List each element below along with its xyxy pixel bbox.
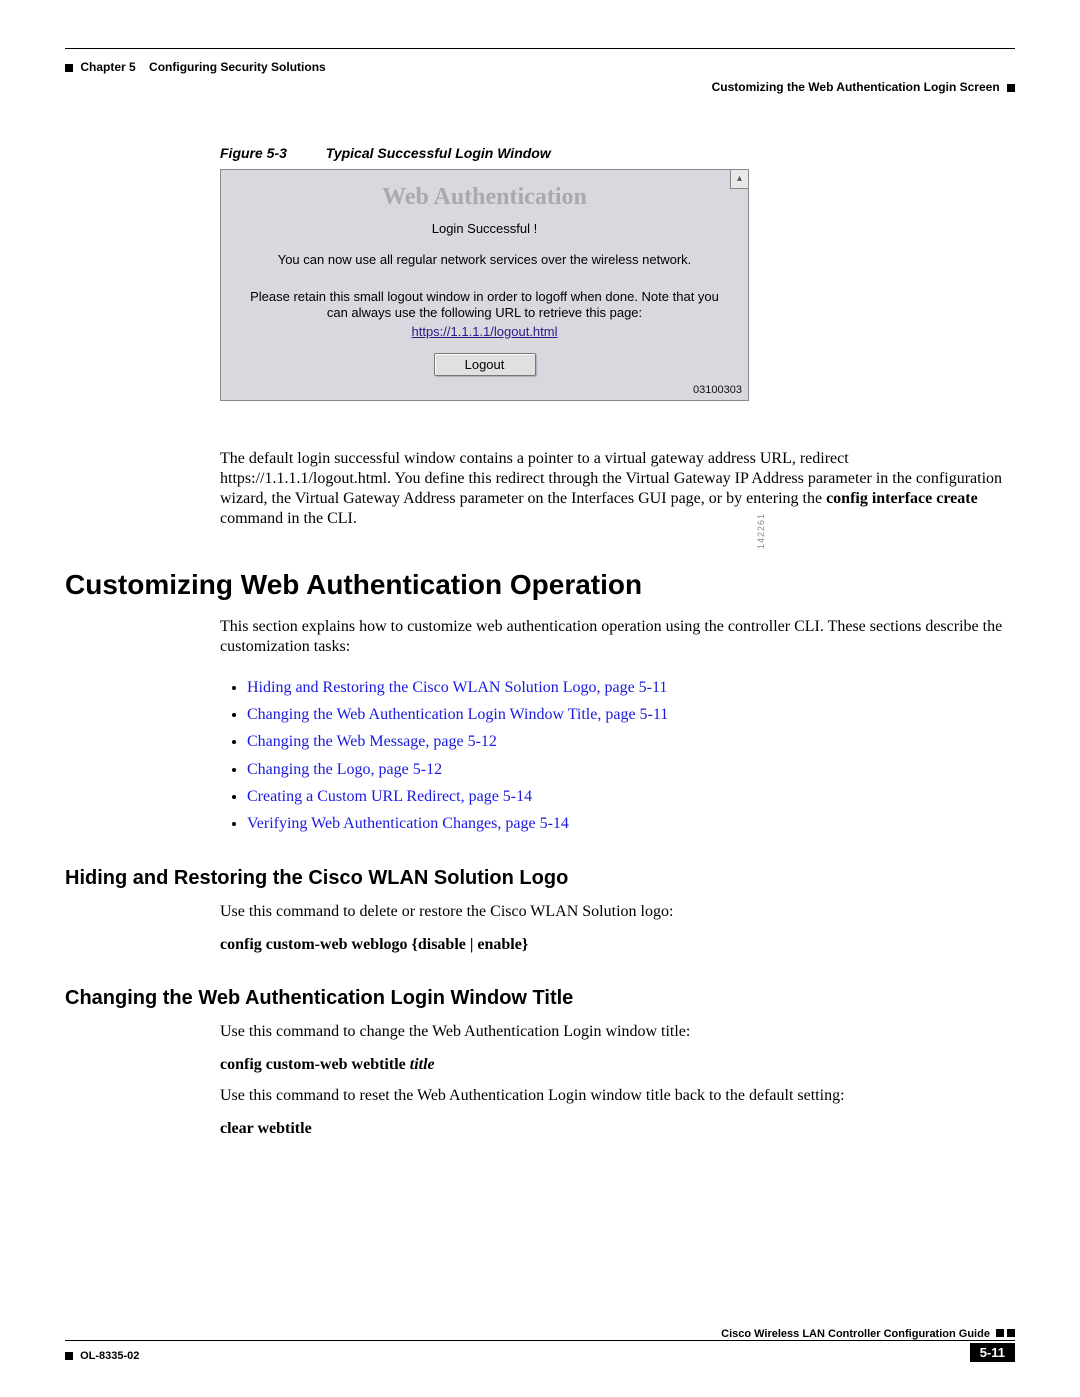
login-msg1: You can now use all regular network serv… (221, 252, 748, 289)
footer-square-icon (996, 1329, 1004, 1337)
sub2-desc2: Use this command to reset the Web Authen… (220, 1084, 1015, 1107)
para1-cmd: config interface create (826, 490, 978, 507)
footer-guide-text: Cisco Wireless LAN Controller Configurat… (721, 1328, 990, 1340)
footer-square-icon (1007, 1329, 1015, 1337)
list-item: Hiding and Restoring the Cisco WLAN Solu… (247, 674, 1015, 701)
chapter-number: Chapter 5 (80, 60, 135, 74)
login-success-text: Login Successful ! (221, 219, 748, 252)
sub2-cmd1-arg: title (410, 1056, 435, 1073)
header-right: Customizing the Web Authentication Login… (712, 80, 1015, 94)
link-custom-redirect[interactable]: Creating a Custom URL Redirect, page 5-1… (247, 788, 532, 805)
header-rule (65, 48, 1015, 49)
footer-guide: Cisco Wireless LAN Controller Configurat… (721, 1328, 1015, 1340)
scroll-up-icon[interactable]: ▴ (730, 170, 748, 189)
page-header: Chapter 5 Configuring Security Solutions… (65, 30, 1015, 90)
header-left: Chapter 5 Configuring Security Solutions (65, 60, 326, 74)
footer-left-square-icon (65, 1352, 73, 1360)
header-left-square-icon (65, 64, 73, 72)
figure-title: Typical Successful Login Window (326, 145, 551, 161)
list-item: Creating a Custom URL Redirect, page 5-1… (247, 783, 1015, 810)
figure-caption: Figure 5-3 Typical Successful Login Wind… (220, 145, 1015, 161)
link-verifying-changes[interactable]: Verifying Web Authentication Changes, pa… (247, 815, 569, 832)
list-item: Changing the Web Authentication Login Wi… (247, 701, 1015, 728)
section-title: Customizing the Web Authentication Login… (712, 80, 1000, 94)
figure-sidecode: 142261 (756, 513, 766, 549)
page-footer: Cisco Wireless LAN Controller Configurat… (65, 1340, 1015, 1362)
sub2-command1: config custom-web webtitle title (220, 1053, 1015, 1076)
subheading-changing-title: Changing the Web Authentication Login Wi… (65, 987, 1015, 1010)
subheading-hiding-logo: Hiding and Restoring the Cisco WLAN Solu… (65, 867, 1015, 890)
sub1-desc: Use this command to delete or restore th… (220, 900, 1015, 923)
header-right-square-icon (1007, 84, 1015, 92)
sub2-body: Use this command to change the Web Authe… (220, 1020, 1015, 1141)
section-heading: Customizing Web Authentication Operation (65, 569, 1015, 601)
figure-stamp: 03100303 (693, 384, 742, 396)
sub2-desc1: Use this command to change the Web Authe… (220, 1020, 1015, 1043)
button-row: Logout (221, 349, 748, 400)
footer-doc-number: OL-8335-02 (80, 1350, 139, 1362)
window-title: Web Authentication (221, 170, 748, 219)
section-intro: This section explains how to customize w… (220, 617, 1015, 659)
sub1-command: config custom-web weblogo {disable | ena… (220, 933, 1015, 956)
paragraph-default-login: The default login successful window cont… (220, 449, 1015, 529)
figure-label: Figure 5-3 (220, 145, 287, 161)
para1-c: command in the CLI. (220, 510, 357, 527)
sub2-cmd1-a: config custom-web webtitle (220, 1056, 410, 1073)
sub1-body: Use this command to delete or restore th… (220, 900, 1015, 956)
footer-left: OL-8335-02 (65, 1350, 139, 1362)
chapter-title: Configuring Security Solutions (149, 60, 326, 74)
sub2-command2: clear webtitle (220, 1117, 1015, 1140)
list-item: Changing the Web Message, page 5-12 (247, 728, 1015, 755)
link-hiding-logo[interactable]: Hiding and Restoring the Cisco WLAN Solu… (247, 679, 667, 696)
link-changing-logo[interactable]: Changing the Logo, page 5-12 (247, 761, 442, 778)
logout-url-link[interactable]: https://1.1.1.1/logout.html (221, 324, 748, 349)
logout-button[interactable]: Logout (434, 353, 536, 376)
footer-right: 5-11 (970, 1343, 1015, 1362)
link-changing-message[interactable]: Changing the Web Message, page 5-12 (247, 733, 497, 750)
figure-login-window: ▴ Web Authentication Login Successful ! … (220, 169, 749, 401)
page-number-badge: 5-11 (970, 1343, 1015, 1362)
page: Chapter 5 Configuring Security Solutions… (0, 0, 1080, 1397)
list-item: Verifying Web Authentication Changes, pa… (247, 810, 1015, 837)
list-item: Changing the Logo, page 5-12 (247, 756, 1015, 783)
link-list: Hiding and Restoring the Cisco WLAN Solu… (225, 674, 1015, 837)
link-changing-title[interactable]: Changing the Web Authentication Login Wi… (247, 706, 668, 723)
footer-rule (65, 1340, 1015, 1341)
login-msg2: Please retain this small logout window i… (221, 289, 748, 324)
